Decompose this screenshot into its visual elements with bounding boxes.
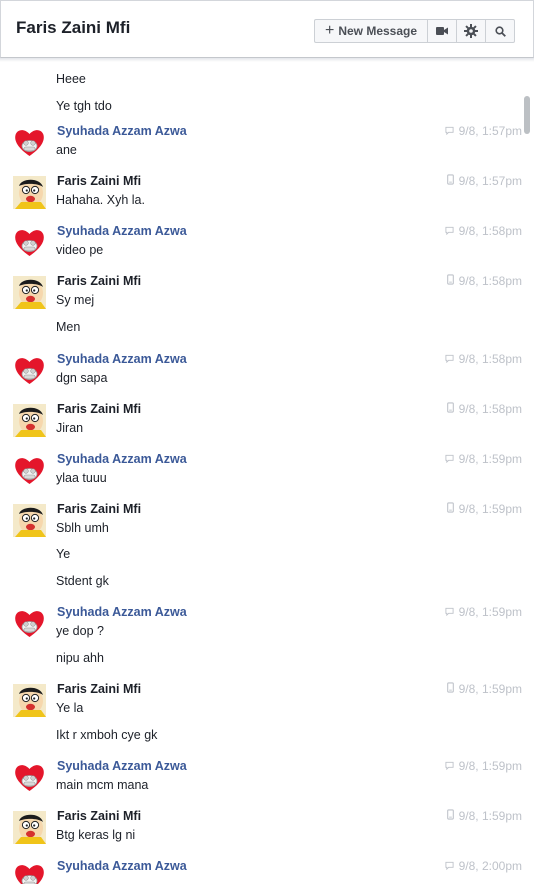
avatar-heart[interactable] (13, 761, 46, 794)
settings-button[interactable] (456, 19, 485, 43)
sender-name[interactable]: Syuhada Azzam Azwa (57, 859, 187, 873)
message-timestamp: 9/8, 1:59pm (445, 605, 522, 619)
sender-name[interactable]: Faris Zaini Mfi (57, 274, 141, 288)
message-timestamp: 9/8, 1:58pm (445, 352, 522, 366)
video-camera-icon (436, 27, 448, 35)
timestamp-text: 9/8, 1:58pm (458, 274, 522, 288)
new-message-button[interactable]: + New Message (314, 19, 427, 43)
message-timestamp: 9/8, 1:57pm (445, 124, 522, 138)
timestamp-text: 9/8, 1:59pm (458, 682, 522, 696)
timestamp-text: 9/8, 1:57pm (458, 124, 522, 138)
message-timestamp: 9/8, 1:59pm (445, 452, 522, 466)
avatar-heart[interactable] (13, 454, 46, 487)
message-text: main mcm mana (56, 778, 149, 792)
message-text: Stdent gk (56, 574, 109, 588)
message-timestamp: 9/8, 1:59pm (446, 809, 522, 823)
mobile-phone-icon (446, 402, 454, 416)
avatar-heart[interactable] (13, 607, 46, 640)
chat-bubble-icon (445, 224, 454, 238)
sender-name[interactable]: Syuhada Azzam Azwa (57, 352, 187, 366)
message-text: dgn sapa (56, 371, 108, 385)
message-text: Ikt r xmboh cye gk (56, 728, 158, 742)
message-text: Ye (56, 547, 71, 561)
message-timestamp: 9/8, 1:59pm (446, 682, 522, 696)
search-icon (494, 25, 506, 37)
message-text: ye dop ? (56, 624, 104, 638)
sender-name[interactable]: Syuhada Azzam Azwa (57, 605, 187, 619)
timestamp-text: 9/8, 1:58pm (458, 224, 522, 238)
timestamp-text: 9/8, 1:58pm (458, 402, 522, 416)
message-list[interactable]: Heee Ye tgh tdo Syuhada Azzam Azwa 9/8, 1:5… (0, 62, 534, 884)
conversation-header: Faris Zaini Mfi + New Message (0, 0, 534, 58)
message-text: Sblh umh (56, 521, 109, 535)
timestamp-text: 9/8, 1:57pm (458, 174, 522, 188)
conversation-title[interactable]: Faris Zaini Mfi (16, 18, 130, 38)
message-text: nipu ahh (56, 651, 104, 665)
avatar-boy[interactable] (13, 176, 46, 209)
message-timestamp: 9/8, 2:00pm (445, 859, 522, 873)
timestamp-text: 9/8, 1:59pm (458, 605, 522, 619)
sender-name[interactable]: Faris Zaini Mfi (57, 809, 141, 823)
plus-icon: + (324, 22, 335, 39)
message-timestamp: 9/8, 1:59pm (445, 759, 522, 773)
sender-name[interactable]: Faris Zaini Mfi (57, 502, 141, 516)
sender-name[interactable]: Faris Zaini Mfi (57, 682, 141, 696)
new-message-label: New Message (338, 24, 418, 38)
message-timestamp: 9/8, 1:58pm (446, 274, 522, 288)
avatar-boy[interactable] (13, 504, 46, 537)
message-text: ylaa tuuu (56, 471, 107, 485)
message-text: ane (56, 143, 77, 157)
message-text: Jiran (56, 421, 84, 435)
mobile-phone-icon (446, 274, 454, 288)
gear-icon (464, 24, 478, 38)
chat-bubble-icon (445, 859, 454, 873)
timestamp-text: 9/8, 2:00pm (458, 859, 522, 873)
avatar-boy[interactable] (13, 404, 46, 437)
sender-name[interactable]: Faris Zaini Mfi (57, 174, 141, 188)
chat-bubble-icon (445, 352, 454, 366)
message-text: Men (56, 320, 81, 334)
chat-bubble-icon (445, 759, 454, 773)
message-timestamp: 9/8, 1:58pm (446, 402, 522, 416)
sender-name[interactable]: Syuhada Azzam Azwa (57, 759, 187, 773)
message-text: Sy mej (56, 293, 95, 307)
avatar-boy[interactable] (13, 684, 46, 717)
timestamp-text: 9/8, 1:59pm (458, 809, 522, 823)
mobile-phone-icon (446, 174, 454, 188)
search-button[interactable] (485, 19, 515, 43)
timestamp-text: 9/8, 1:59pm (458, 452, 522, 466)
sender-name[interactable]: Syuhada Azzam Azwa (57, 224, 187, 238)
timestamp-text: 9/8, 1:59pm (458, 759, 522, 773)
message-text: video pe (56, 243, 104, 257)
message-timestamp: 9/8, 1:58pm (445, 224, 522, 238)
sender-name[interactable]: Syuhada Azzam Azwa (57, 124, 187, 138)
video-call-button[interactable] (427, 19, 456, 43)
message-text: Ye la (56, 701, 84, 715)
message-text: Heee (56, 72, 86, 86)
chat-bubble-icon (445, 605, 454, 619)
avatar-boy[interactable] (13, 276, 46, 309)
header-toolbar: + New Message (314, 19, 515, 43)
mobile-phone-icon (446, 502, 454, 516)
avatar-heart[interactable] (13, 126, 46, 159)
avatar-heart[interactable] (13, 354, 46, 387)
chat-bubble-icon (445, 124, 454, 138)
sender-name[interactable]: Syuhada Azzam Azwa (57, 452, 187, 466)
mobile-phone-icon (446, 809, 454, 823)
sender-name[interactable]: Faris Zaini Mfi (57, 402, 141, 416)
message-text: Hahaha. Xyh la. (56, 193, 145, 207)
message-timestamp: 9/8, 1:57pm (446, 174, 522, 188)
scrollbar-thumb[interactable] (524, 96, 530, 134)
message-text: Ye tgh tdo (56, 99, 112, 113)
avatar-boy[interactable] (13, 811, 46, 844)
message-text: Btg keras lg ni (56, 828, 136, 842)
timestamp-text: 9/8, 1:59pm (458, 502, 522, 516)
timestamp-text: 9/8, 1:58pm (458, 352, 522, 366)
mobile-phone-icon (446, 682, 454, 696)
avatar-heart[interactable] (13, 226, 46, 259)
avatar-heart[interactable] (13, 861, 46, 884)
message-timestamp: 9/8, 1:59pm (446, 502, 522, 516)
chat-bubble-icon (445, 452, 454, 466)
